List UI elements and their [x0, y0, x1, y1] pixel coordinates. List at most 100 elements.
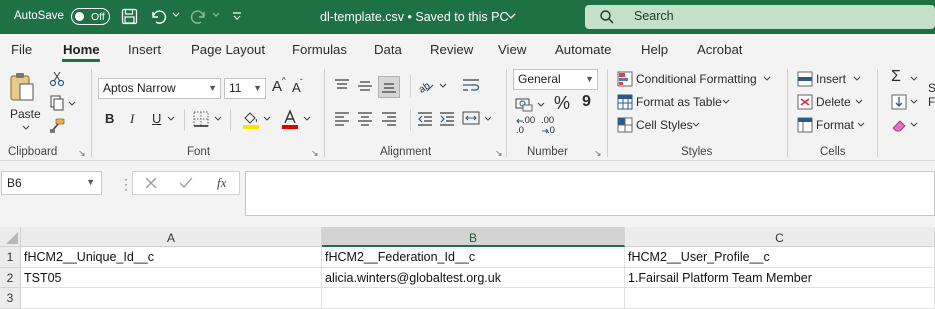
- fill-down-icon[interactable]: [891, 94, 907, 110]
- decrease-indent-icon[interactable]: [417, 110, 433, 126]
- cell-b3[interactable]: [322, 288, 625, 309]
- tab-home[interactable]: Home: [63, 42, 100, 57]
- redo-dropdown-icon[interactable]: [212, 12, 220, 18]
- paste-button[interactable]: [9, 71, 35, 103]
- underline-dropdown-icon[interactable]: [167, 116, 175, 121]
- conditional-formatting-icon[interactable]: [617, 71, 633, 87]
- increase-indent-icon[interactable]: [439, 110, 455, 126]
- cell-b1[interactable]: fHCM2__Federation_Id__c: [322, 247, 625, 268]
- delete-cells-icon[interactable]: [797, 94, 813, 110]
- undo-icon[interactable]: [149, 8, 167, 25]
- format-cells-icon[interactable]: [797, 117, 813, 133]
- tab-review[interactable]: Review: [430, 42, 473, 57]
- conditional-dropdown-icon[interactable]: [763, 76, 771, 81]
- align-bottom-button[interactable]: [378, 76, 400, 98]
- fill-dropdown-icon[interactable]: [910, 99, 918, 104]
- bold-button[interactable]: B: [105, 111, 114, 126]
- document-title[interactable]: dl-template.csv • Saved to this PC: [320, 10, 508, 24]
- merge-center-icon[interactable]: [462, 110, 480, 126]
- conditional-formatting-label[interactable]: Conditional Formatting: [636, 72, 757, 86]
- format-as-table-icon[interactable]: [617, 94, 633, 110]
- tab-help[interactable]: Help: [641, 42, 668, 57]
- wrap-text-icon[interactable]: [462, 78, 480, 94]
- format-as-table-label[interactable]: Format as Table: [636, 95, 722, 109]
- sort-filter-label-clipped[interactable]: S: [928, 81, 935, 95]
- align-right-icon[interactable]: [381, 110, 397, 126]
- cell-c2[interactable]: 1.Fairsail Platform Team Member: [625, 268, 935, 288]
- insert-cells-icon[interactable]: [797, 71, 813, 87]
- redo-icon[interactable]: [190, 8, 208, 25]
- save-icon[interactable]: [121, 8, 138, 25]
- font-color-icon[interactable]: [281, 110, 299, 129]
- cell-c3[interactable]: [625, 288, 935, 309]
- cell-a3[interactable]: [21, 288, 322, 309]
- column-header-a[interactable]: A: [21, 227, 322, 247]
- alignment-launcher-icon[interactable]: ↘: [495, 148, 503, 159]
- column-header-c[interactable]: C: [625, 227, 935, 247]
- autosave-toggle[interactable]: Off: [71, 8, 110, 25]
- copy-icon[interactable]: [49, 95, 65, 111]
- cell-styles-label[interactable]: Cell Styles: [636, 118, 693, 132]
- cell-styles-icon[interactable]: [617, 117, 633, 133]
- autosum-button[interactable]: Σ: [891, 68, 901, 86]
- align-left-icon[interactable]: [334, 110, 350, 126]
- italic-button[interactable]: I: [130, 111, 134, 127]
- grow-font-button[interactable]: A: [272, 78, 282, 95]
- formula-bar-dots-icon[interactable]: ⋮: [119, 176, 133, 193]
- undo-dropdown-icon[interactable]: [172, 12, 180, 18]
- tab-formulas[interactable]: Formulas: [292, 42, 347, 57]
- tab-page-layout[interactable]: Page Layout: [191, 42, 265, 57]
- tab-file[interactable]: File: [11, 42, 32, 57]
- comma-style-button[interactable]: 9: [582, 93, 591, 111]
- row-header-1[interactable]: 1: [0, 247, 21, 268]
- tab-insert[interactable]: Insert: [128, 42, 161, 57]
- orientation-icon[interactable]: ab: [417, 76, 435, 94]
- cell-styles-dropdown-icon[interactable]: [692, 122, 700, 127]
- borders-icon[interactable]: [193, 111, 209, 127]
- tab-acrobat[interactable]: Acrobat: [697, 42, 742, 57]
- customize-toolbar-icon[interactable]: [232, 11, 242, 21]
- clear-icon[interactable]: [891, 117, 907, 133]
- fill-color-dropdown-icon[interactable]: [263, 116, 271, 121]
- fill-color-icon[interactable]: [242, 110, 260, 129]
- cell-c1[interactable]: fHCM2__User_Profile__c: [625, 247, 935, 268]
- accounting-format-icon[interactable]: [515, 96, 533, 112]
- format-dropdown-icon[interactable]: [857, 122, 865, 127]
- enter-icon[interactable]: [179, 177, 193, 189]
- row-header-2[interactable]: 2: [0, 268, 21, 288]
- name-box[interactable]: B6 ▼: [1, 171, 102, 195]
- column-header-b[interactable]: B: [322, 227, 625, 247]
- formula-input[interactable]: [245, 171, 935, 216]
- select-all-corner[interactable]: [0, 227, 21, 247]
- cell-a1[interactable]: fHCM2__Unique_Id__c: [21, 247, 322, 268]
- borders-dropdown-icon[interactable]: [214, 116, 222, 121]
- search-box[interactable]: Search: [585, 5, 935, 29]
- cell-b2[interactable]: alicia.winters@globaltest.org.uk: [322, 268, 625, 288]
- copy-dropdown-icon[interactable]: [68, 101, 76, 106]
- font-size-combo[interactable]: 11 ▼: [224, 78, 266, 99]
- merge-dropdown-icon[interactable]: [484, 116, 492, 121]
- insert-dropdown-icon[interactable]: [853, 76, 861, 81]
- tab-data[interactable]: Data: [374, 42, 402, 57]
- increase-decimal-label[interactable]: .00: [522, 115, 535, 126]
- orientation-dropdown-icon[interactable]: [439, 83, 447, 88]
- paste-dropdown-icon[interactable]: [22, 125, 30, 130]
- delete-dropdown-icon[interactable]: [855, 99, 863, 104]
- tab-automate[interactable]: Automate: [555, 42, 611, 57]
- clipboard-launcher-icon[interactable]: ↘: [78, 148, 86, 159]
- font-name-combo[interactable]: Aptos Narrow ▼: [98, 78, 221, 99]
- cell-a2[interactable]: TST05: [21, 268, 322, 288]
- underline-button[interactable]: U: [152, 111, 161, 126]
- insert-cells-label[interactable]: Insert: [816, 72, 846, 86]
- cancel-icon[interactable]: [145, 177, 157, 189]
- align-top-icon[interactable]: [334, 78, 350, 94]
- clear-dropdown-icon[interactable]: [910, 122, 918, 127]
- delete-cells-label[interactable]: Delete: [816, 95, 851, 109]
- row-header-3[interactable]: 3: [0, 288, 21, 309]
- number-format-combo[interactable]: General ▼: [513, 69, 598, 90]
- insert-function-button[interactable]: fx: [217, 175, 226, 191]
- autosum-dropdown-icon[interactable]: [910, 76, 918, 81]
- cut-icon[interactable]: [49, 71, 65, 87]
- title-chevron-icon[interactable]: [506, 13, 516, 20]
- align-middle-icon[interactable]: [357, 78, 373, 94]
